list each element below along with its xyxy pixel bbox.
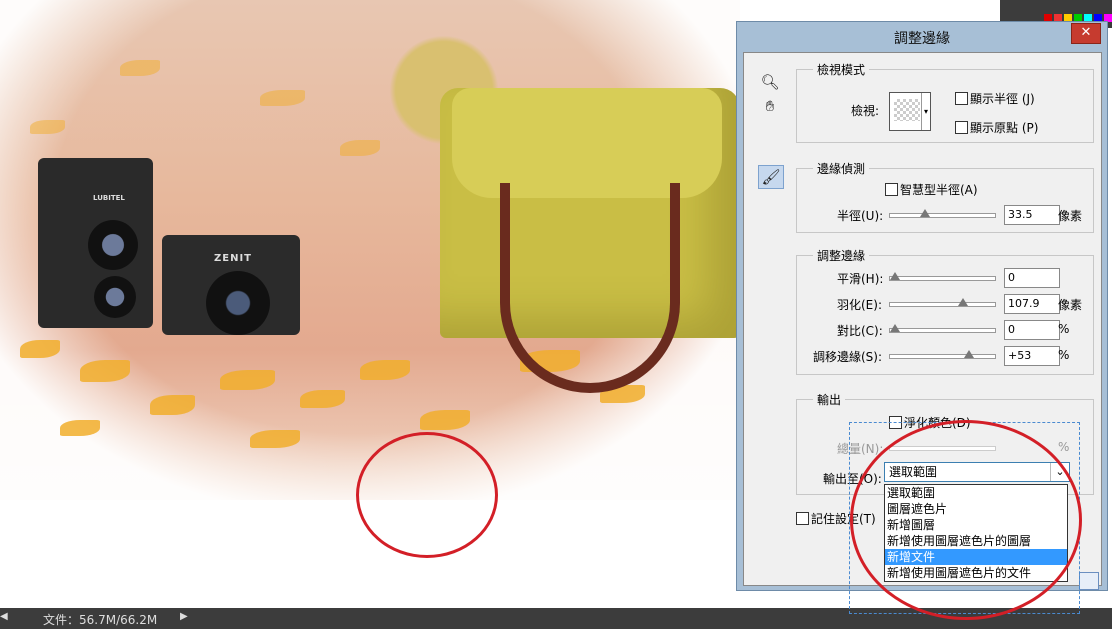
adjust-edge-title: 調整邊緣 xyxy=(813,247,870,264)
dialog-title: 調整邊緣 xyxy=(894,31,950,47)
view-label: 檢視: xyxy=(851,104,880,118)
chevron-down-icon: ▾ xyxy=(921,93,930,130)
contrast-input[interactable]: 0 xyxy=(1004,320,1060,340)
zoom-tool-icon[interactable]: 🔍︎ xyxy=(758,71,782,93)
feather-unit: 像素 xyxy=(1058,298,1083,312)
yellow-bag xyxy=(440,88,740,393)
radius-unit: 像素 xyxy=(1058,209,1083,223)
view-mode-group: 檢視模式 檢視: ▾ 顯示半徑 (J) 顯示原點 (P) xyxy=(796,61,1094,143)
smooth-input[interactable]: 0 xyxy=(1004,268,1060,288)
shift-edge-slider-thumb[interactable] xyxy=(964,350,975,358)
remember-settings-checkbox[interactable] xyxy=(796,512,809,525)
document-info: 文件：56.7M/66.2M xyxy=(43,613,158,627)
smart-radius-label: 智慧型半徑(A) xyxy=(900,183,978,197)
show-original-label: 顯示原點 (P) xyxy=(970,121,1039,135)
smooth-slider-thumb[interactable] xyxy=(890,272,900,280)
status-menu-arrow-icon[interactable]: ▶ xyxy=(180,611,188,622)
radius-input[interactable]: 33.5 xyxy=(1004,205,1060,225)
annotation-circle xyxy=(356,432,498,558)
dialog-titlebar[interactable]: 調整邊緣 ✕ xyxy=(737,22,1107,50)
radius-slider[interactable] xyxy=(889,209,996,218)
shift-edge-label: 調移邊緣(S): xyxy=(813,350,883,364)
camera-zenit: ZENIT xyxy=(162,235,300,335)
view-mode-picker[interactable]: ▾ xyxy=(889,92,931,131)
feather-label: 羽化(E): xyxy=(837,298,882,312)
hand-tool-icon[interactable]: ✋︎ xyxy=(758,95,782,117)
annotation-circle-dialog xyxy=(850,420,1082,620)
camera-lubitel: LUBITEL xyxy=(38,158,153,328)
refine-radius-brush-icon[interactable]: 🖌︎ xyxy=(758,165,784,189)
status-left-arrow-icon[interactable]: ◀ xyxy=(0,611,8,622)
feather-slider-thumb[interactable] xyxy=(958,298,969,306)
radius-label: 半徑(U): xyxy=(837,209,884,223)
output-title: 輸出 xyxy=(813,391,846,408)
show-radius-checkbox[interactable] xyxy=(955,92,968,105)
contrast-slider-thumb[interactable] xyxy=(890,324,900,332)
smart-radius-checkbox[interactable] xyxy=(885,183,898,196)
photo-image: LUBITEL ZENIT xyxy=(0,0,740,500)
edge-detection-title: 邊緣偵測 xyxy=(813,160,870,177)
close-button[interactable]: ✕ xyxy=(1071,23,1101,44)
show-original-checkbox[interactable] xyxy=(955,121,968,134)
shift-edge-slider[interactable] xyxy=(889,350,996,359)
shift-edge-input[interactable]: +53 xyxy=(1004,346,1060,366)
shift-edge-unit: % xyxy=(1058,348,1070,362)
adjust-edge-group: 調整邊緣 平滑(H): 0 羽化(E): 107.9 像素 對比(C): 0 %… xyxy=(796,247,1094,375)
feather-slider[interactable] xyxy=(889,298,996,307)
smooth-label: 平滑(H): xyxy=(837,272,884,286)
contrast-slider[interactable] xyxy=(889,324,996,333)
radius-slider-thumb[interactable] xyxy=(920,209,931,217)
view-preview-thumbnail xyxy=(894,99,920,121)
feather-input[interactable]: 107.9 xyxy=(1004,294,1060,314)
ok-button[interactable] xyxy=(1079,572,1099,590)
edge-detection-group: 邊緣偵測 智慧型半徑(A) 半徑(U): 33.5 像素 xyxy=(796,160,1094,233)
view-mode-title: 檢視模式 xyxy=(813,61,870,78)
smooth-slider[interactable] xyxy=(889,272,996,281)
contrast-unit: % xyxy=(1058,322,1070,336)
show-radius-label: 顯示半徑 (J) xyxy=(970,92,1035,106)
contrast-label: 對比(C): xyxy=(837,324,883,338)
